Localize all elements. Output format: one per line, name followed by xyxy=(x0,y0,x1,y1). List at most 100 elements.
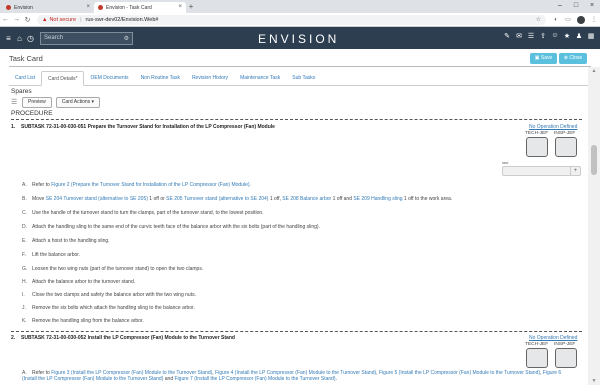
tab-oem-documents[interactable]: OEM Documents xyxy=(84,71,134,86)
step-text: Attach the handling sling to the same en… xyxy=(32,224,320,230)
page-header: Task Card ▣ Save ⊗ Close xyxy=(0,49,600,67)
step-letter: J. xyxy=(22,305,26,311)
search-input[interactable]: Search ⚙ xyxy=(40,31,133,45)
step-letter: I. xyxy=(22,292,25,298)
browser-toolbar: ← → ↻ ▲ Not secure | rus-swr-dev02/Envis… xyxy=(0,13,600,27)
procedure-step: A. Refer to Figure 2 (Prepare the Turnove… xyxy=(22,182,562,188)
envision-favicon-icon xyxy=(6,5,11,10)
step-letter: C. xyxy=(22,210,27,216)
tech-sign-box[interactable] xyxy=(526,137,548,157)
reload-icon[interactable]: ↻ xyxy=(22,16,33,24)
insp-sign-label: INSP-JEF xyxy=(554,342,576,347)
step-text: 1 off and xyxy=(331,196,354,202)
step-text: Refer to xyxy=(32,182,52,188)
step-letter: K. xyxy=(22,318,27,324)
browser-tab-title: Envision xyxy=(14,4,33,11)
search-options-icon[interactable]: ⚙ xyxy=(124,35,129,42)
step-text: Remove the handling sling from the balan… xyxy=(32,318,144,324)
subtask-number: 2. xyxy=(11,335,16,341)
close-button[interactable]: ⊗ Close xyxy=(559,53,587,64)
browser-tab-task-card[interactable]: Envision - Task Card × xyxy=(94,2,186,13)
scroll-up-icon[interactable]: ▲ xyxy=(588,68,600,74)
step-reference-link[interactable]: Figure 7 (Install the LP Compressor (Fan… xyxy=(175,376,336,382)
star-icon[interactable]: ★ xyxy=(561,32,573,40)
browser-tab-envision[interactable]: Envision × xyxy=(2,2,94,13)
add-icon[interactable]: + xyxy=(570,167,580,175)
forward-icon[interactable]: → xyxy=(11,16,22,23)
tech-sign-label: TECH-JEF xyxy=(525,342,549,347)
step-reference-link[interactable]: SE 204 Turnover stand (alternative to SE… xyxy=(46,196,148,202)
chat-icon[interactable]: ✉ xyxy=(513,32,525,40)
not-secure-label: Not secure xyxy=(49,16,77,23)
subtask-title: 1. SUBTASK 72-31-00-030-051 Prepare the T… xyxy=(11,124,275,130)
procedure-step: H. Attach the balance arbor to the turnov… xyxy=(22,279,562,285)
tech-sign-box[interactable] xyxy=(526,348,548,368)
tab-maintenance-task[interactable]: Maintenance Task xyxy=(234,71,286,86)
new-tab-icon[interactable]: + xyxy=(186,2,196,13)
subtask-divider xyxy=(11,331,582,332)
step-text: and xyxy=(163,376,175,382)
browser-menu-icon[interactable]: ⋮ xyxy=(588,16,600,23)
window-close-icon[interactable]: × xyxy=(584,0,600,13)
procedure-step: G. Loosen the two wing nuts (part of the … xyxy=(22,266,562,272)
upload-icon[interactable]: ⇪ xyxy=(537,32,549,40)
last-select[interactable]: + xyxy=(502,166,581,176)
scroll-down-icon[interactable]: ▼ xyxy=(588,378,600,384)
tab-sub-tasks[interactable]: Sub Tasks xyxy=(286,71,321,86)
tab-card-details[interactable]: Card Details* xyxy=(41,71,85,86)
list-view-icon[interactable]: ☰ xyxy=(11,98,19,106)
procedure-step: F. Lift the balance arbor. xyxy=(22,252,562,258)
minimize-icon[interactable]: – xyxy=(552,0,568,13)
scrollbar-thumb[interactable] xyxy=(591,145,597,175)
header-divider xyxy=(9,66,591,67)
no-operation-defined-link[interactable]: No Operation Defined xyxy=(529,335,577,341)
no-operation-defined-link[interactable]: No Operation Defined xyxy=(529,124,577,130)
browser-tab-title: Envision - Task Card xyxy=(106,4,152,11)
cast-icon[interactable]: ▭ xyxy=(562,16,574,23)
card-toolbar: ☰ Preview Card Actions ▾ xyxy=(11,96,104,108)
page-scrollbar[interactable]: ▲ ▼ xyxy=(588,67,600,385)
profile-avatar[interactable] xyxy=(577,15,585,24)
step-reference-link[interactable]: SE 208 Balance arbor xyxy=(282,196,331,202)
attachment-icon[interactable]: ✎ xyxy=(501,32,513,40)
maximize-icon[interactable]: □ xyxy=(568,0,584,13)
hamburger-menu-icon[interactable]: ≡ xyxy=(3,34,14,43)
step-reference-link[interactable]: SE 205 Turnover stand (alternative to SE… xyxy=(166,196,268,202)
tab-revision-history[interactable]: Revision History xyxy=(186,71,234,86)
step-letter: D. xyxy=(22,224,27,230)
address-bar[interactable]: ▲ Not secure | rus-swr-dev02/Envision.We… xyxy=(37,14,546,25)
step-letter: F. xyxy=(22,252,26,258)
card-actions-button[interactable]: Card Actions ▾ xyxy=(55,96,101,108)
tab-non-routine-task[interactable]: Non Routine Task xyxy=(135,71,186,86)
people-icon[interactable]: ☺ xyxy=(549,32,561,40)
save-button[interactable]: ▣ Save xyxy=(530,53,557,64)
tab-card-list[interactable]: Card List xyxy=(9,71,41,86)
insp-sign-box[interactable] xyxy=(555,348,577,368)
step-text: 1 off to the work area. xyxy=(402,196,453,202)
user-icon[interactable]: ♟ xyxy=(573,32,585,40)
step-reference-link[interactable]: SE 209 Handling sling xyxy=(353,196,402,202)
step-text: . xyxy=(249,182,251,188)
insp-sign-box[interactable] xyxy=(555,137,577,157)
preview-button[interactable]: Preview xyxy=(22,96,52,108)
close-tab-icon[interactable]: × xyxy=(178,4,182,10)
step-reference-link[interactable]: Figure 2 (Prepare the Turnover Stand for… xyxy=(51,182,249,188)
home-icon[interactable]: ⌂ xyxy=(14,34,25,43)
history-icon[interactable]: ◷ xyxy=(25,34,36,43)
bookmark-star-icon[interactable]: ☆ xyxy=(536,16,541,23)
card-tabs: Card List Card Details* OEM Documents No… xyxy=(9,71,591,86)
back-icon[interactable]: ← xyxy=(0,16,11,23)
url-text: rus-swr-dev02/Envision.Web# xyxy=(85,16,159,23)
close-tab-icon[interactable]: × xyxy=(86,4,90,10)
step-text: Use the handle of the turnover stand to … xyxy=(32,210,264,216)
step-text: Move xyxy=(32,196,46,202)
step-reference-link[interactable]: Figure 5 (Install the LP Compressor (Fan… xyxy=(379,370,540,376)
list-icon[interactable]: ☰ xyxy=(525,32,537,40)
procedure-step: B. Move SE 204 Turnover stand (alternativ… xyxy=(22,196,562,202)
subtask-title: 2. SUBTASK 72-31-00-030-052 Install the L… xyxy=(11,335,235,341)
step-letter: E. xyxy=(22,238,27,244)
extension-icon[interactable]: ◐ xyxy=(550,17,562,23)
apps-grid-icon[interactable]: ▦ xyxy=(585,32,597,40)
subtask-number: 1. xyxy=(11,124,16,130)
spares-heading: Spares xyxy=(11,88,32,95)
